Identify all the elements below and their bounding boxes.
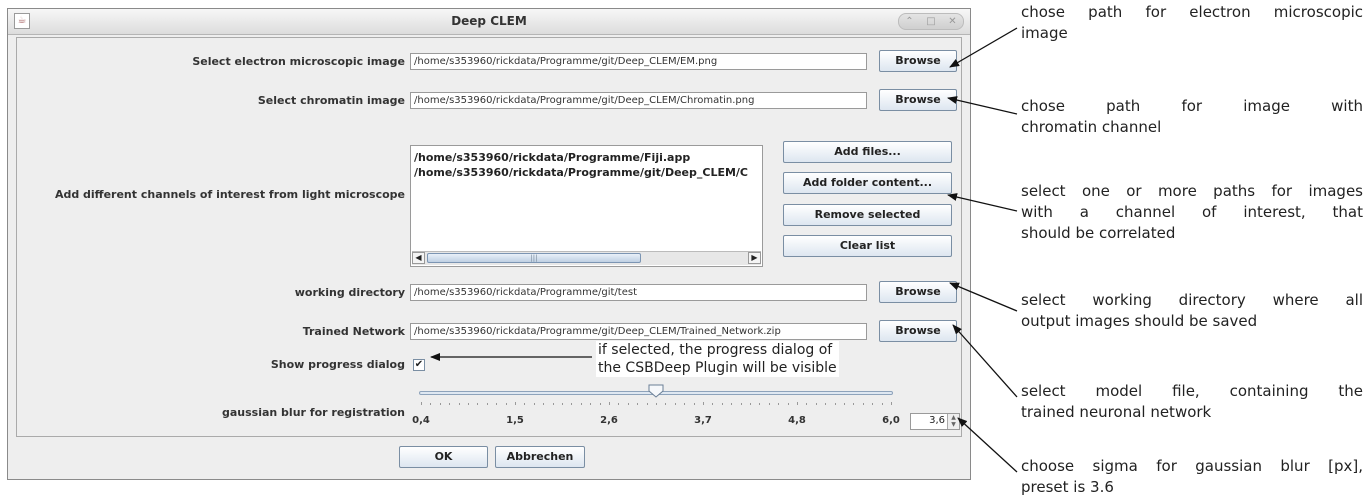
arrow-channels xyxy=(947,193,1018,212)
arrow-working-dir xyxy=(949,282,1018,312)
arrow-chromatin xyxy=(947,96,1018,115)
arrow-model xyxy=(952,324,1018,398)
arrow-em xyxy=(949,27,1018,68)
annotation-arrows xyxy=(430,27,1018,473)
arrow-sigma xyxy=(957,417,1018,473)
